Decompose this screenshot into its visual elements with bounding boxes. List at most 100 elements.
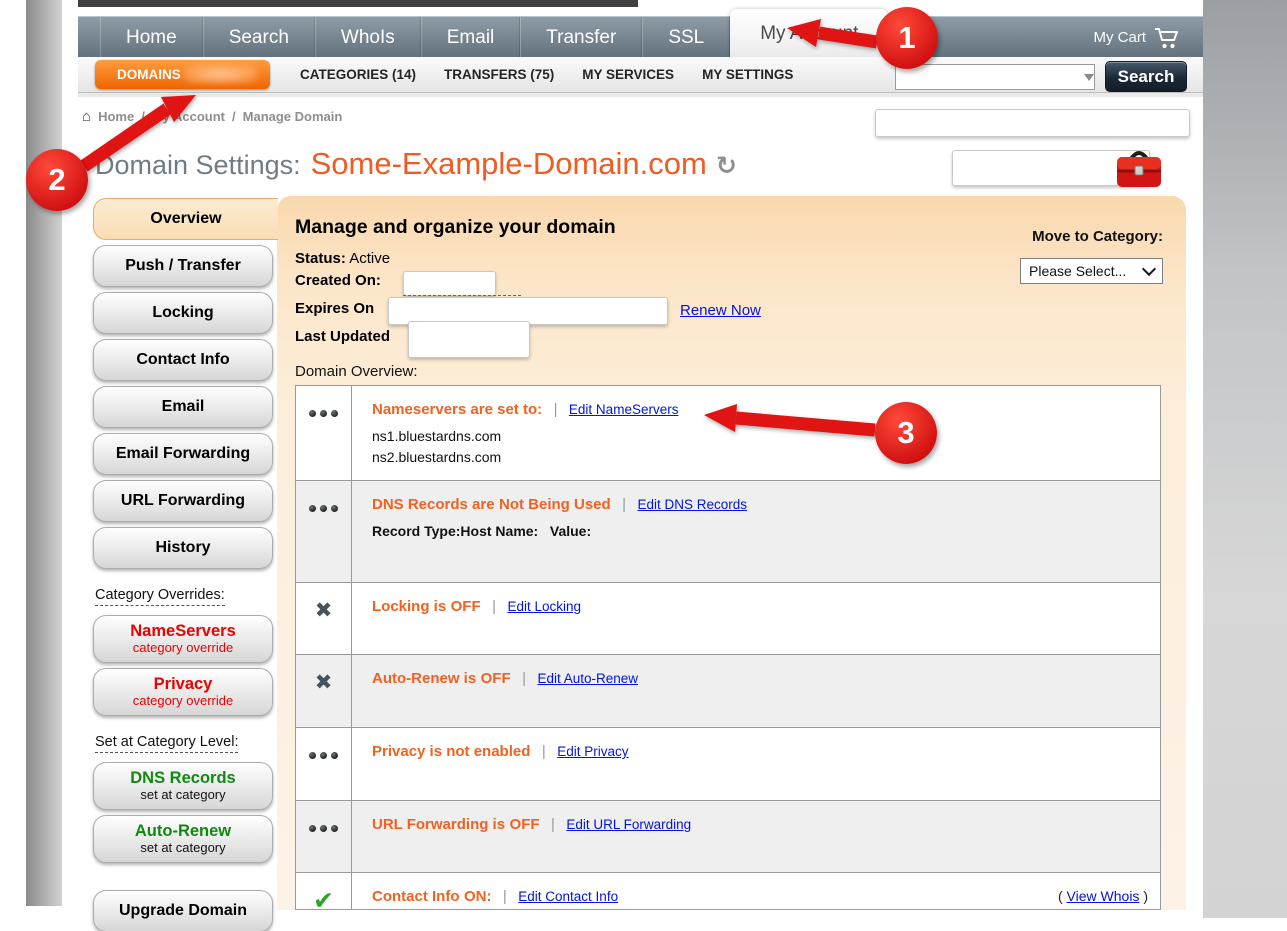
domain-search-combobox[interactable] xyxy=(895,64,1095,90)
category-title: DNS Records xyxy=(130,770,235,788)
edit-nameservers-link[interactable]: Edit NameServers xyxy=(569,402,679,417)
subnav-tab-domains[interactable]: DOMAINS xyxy=(95,60,270,89)
sidebar-item-url-forwarding[interactable]: URL Forwarding xyxy=(93,480,273,522)
three-dots-icon xyxy=(296,801,352,872)
right-background-band xyxy=(1203,0,1287,918)
subnav-tab-categories[interactable]: CATEGORIES (14) xyxy=(300,67,416,82)
combobox-dropdown-arrow-icon[interactable] xyxy=(1084,74,1094,81)
domain-search-input[interactable] xyxy=(896,66,1076,88)
row-title: Privacy is not enabled xyxy=(372,743,530,760)
category-subtitle: set at category xyxy=(140,841,225,855)
separator: | xyxy=(503,888,507,905)
top-dark-strip xyxy=(78,0,638,7)
override-subtitle: category override xyxy=(133,641,233,655)
nav-tab-search[interactable]: Search xyxy=(203,17,315,58)
sidebar-item-history[interactable]: History xyxy=(93,527,273,569)
row-title: Nameservers are set to: xyxy=(372,401,542,418)
three-dots-icon xyxy=(296,386,352,480)
search-button[interactable]: Search xyxy=(1105,61,1187,92)
nav-tab-transfer[interactable]: Transfer xyxy=(520,17,642,58)
three-dots-icon xyxy=(296,481,352,582)
subnav-tab-my-services[interactable]: MY SERVICES xyxy=(582,67,674,82)
my-cart-button[interactable]: My Cart xyxy=(1094,17,1182,58)
toolbox-icon[interactable] xyxy=(1115,145,1163,189)
row-title: Contact Info xyxy=(372,888,460,905)
sidebar-item-nameservers-override[interactable]: NameServers category override xyxy=(93,615,273,663)
category-overrides-label: Category Overrides: xyxy=(95,587,225,606)
sidebar-item-email[interactable]: Email xyxy=(93,386,273,428)
redacted-info-box xyxy=(875,109,1190,137)
paren-open: ( xyxy=(1058,888,1063,904)
separator: | xyxy=(522,670,526,687)
edit-locking-link[interactable]: Edit Locking xyxy=(507,599,581,614)
section-heading: Manage and organize your domain xyxy=(295,216,616,239)
edit-url-forwarding-link[interactable]: Edit URL Forwarding xyxy=(566,817,691,832)
override-title: NameServers xyxy=(130,623,236,641)
separator: | xyxy=(622,496,626,513)
cart-icon xyxy=(1154,27,1181,49)
breadcrumb-my-account[interactable]: My Account xyxy=(152,109,225,124)
sidebar-item-privacy-override[interactable]: Privacy category override xyxy=(93,668,273,716)
x-icon: ✖ xyxy=(315,670,333,695)
nav-tab-email[interactable]: Email xyxy=(421,17,521,58)
subnav-bottom-strip xyxy=(78,93,1203,97)
row-status-off: OFF xyxy=(481,670,511,687)
sidebar-item-contact-info[interactable]: Contact Info xyxy=(93,339,273,381)
nav-tab-whois[interactable]: WhoIs xyxy=(315,17,421,58)
edit-contact-info-link[interactable]: Edit Contact Info xyxy=(518,889,618,904)
select-chevron-icon xyxy=(1142,262,1156,276)
row-title: DNS Records are xyxy=(372,496,495,513)
edit-auto-renew-link[interactable]: Edit Auto-Renew xyxy=(537,671,638,686)
home-icon: ⌂ xyxy=(82,110,91,123)
row-title: Locking is xyxy=(372,598,446,615)
edit-dns-records-link[interactable]: Edit DNS Records xyxy=(638,497,748,512)
overview-row-dns-records: DNS Records are Not Being Used | Edit DN… xyxy=(296,481,1160,583)
redacted-updated-date xyxy=(408,321,530,358)
page-title-domain: Some-Example-Domain.com xyxy=(311,146,707,182)
updated-label: Last Updated xyxy=(295,328,390,345)
override-subtitle: category override xyxy=(133,694,233,708)
sidebar-item-dns-records-category[interactable]: DNS Records set at category xyxy=(93,762,273,810)
edit-privacy-link[interactable]: Edit Privacy xyxy=(557,744,628,759)
overview-row-contact-info: ✔ Contact Info ON: | Edit Contact Info (… xyxy=(296,873,1160,910)
upgrade-domain-button[interactable]: Upgrade Domain xyxy=(93,890,273,931)
three-dots-icon xyxy=(296,728,352,800)
move-to-category-label: Move to Category: xyxy=(1020,228,1163,245)
domains-label: DOMAINS xyxy=(117,67,181,82)
nav-tab-home[interactable]: Home xyxy=(100,17,203,58)
renew-now-link[interactable]: Renew Now xyxy=(680,302,761,319)
check-icon: ✔ xyxy=(313,886,334,910)
redacted-created-date xyxy=(403,271,496,296)
x-icon: ✖ xyxy=(315,598,333,623)
view-whois-link[interactable]: View Whois xyxy=(1067,888,1140,904)
left-background-band xyxy=(26,0,62,906)
refresh-icon[interactable]: ↻ xyxy=(716,151,737,181)
overview-row-privacy: Privacy is not enabled | Edit Privacy xyxy=(296,728,1160,801)
nameserver-2: ns2.bluestardns.com xyxy=(372,447,1160,468)
expires-label: Expires On xyxy=(295,300,374,317)
nav-tab-ssl[interactable]: SSL xyxy=(642,17,730,58)
sidebar-item-push-transfer[interactable]: Push / Transfer xyxy=(93,245,273,287)
domain-manager-screen: Home Search WhoIs Email Transfer SSL My … xyxy=(0,0,1287,931)
subnav-items: CATEGORIES (14) TRANSFERS (75) MY SERVIC… xyxy=(300,57,793,92)
category-title: Auto-Renew xyxy=(135,823,231,841)
breadcrumb-home[interactable]: Home xyxy=(98,109,134,124)
account-sub-navigation: DOMAINS CATEGORIES (14) TRANSFERS (75) M… xyxy=(78,57,1203,93)
category-select[interactable]: Please Select... xyxy=(1020,258,1163,284)
sidebar-item-email-forwarding[interactable]: Email Forwarding xyxy=(93,433,273,475)
sidebar-item-overview[interactable]: Overview xyxy=(93,198,278,240)
subnav-tab-my-settings[interactable]: MY SETTINGS xyxy=(702,67,793,82)
dns-record-columns: Record Type:Host Name: Value: xyxy=(372,523,1160,539)
sidebar-item-auto-renew-category[interactable]: Auto-Renew set at category xyxy=(93,815,273,863)
row-status-off: OFF xyxy=(510,816,540,833)
row-status-on: ON: xyxy=(464,888,492,905)
subnav-tab-transfers[interactable]: TRANSFERS (75) xyxy=(444,67,554,82)
sidebar-item-locking[interactable]: Locking xyxy=(93,292,273,334)
view-whois-wrapper: ( View Whois ) xyxy=(1058,888,1148,904)
row-status-text: Not Being Used xyxy=(499,496,611,513)
row-status-off: OFF xyxy=(451,598,481,615)
nav-tab-my-account[interactable]: My Account xyxy=(730,9,888,58)
separator: | xyxy=(542,743,546,760)
page-title-prefix: Domain Settings: xyxy=(95,150,301,181)
nameserver-1: ns1.bluestardns.com xyxy=(372,426,1160,447)
